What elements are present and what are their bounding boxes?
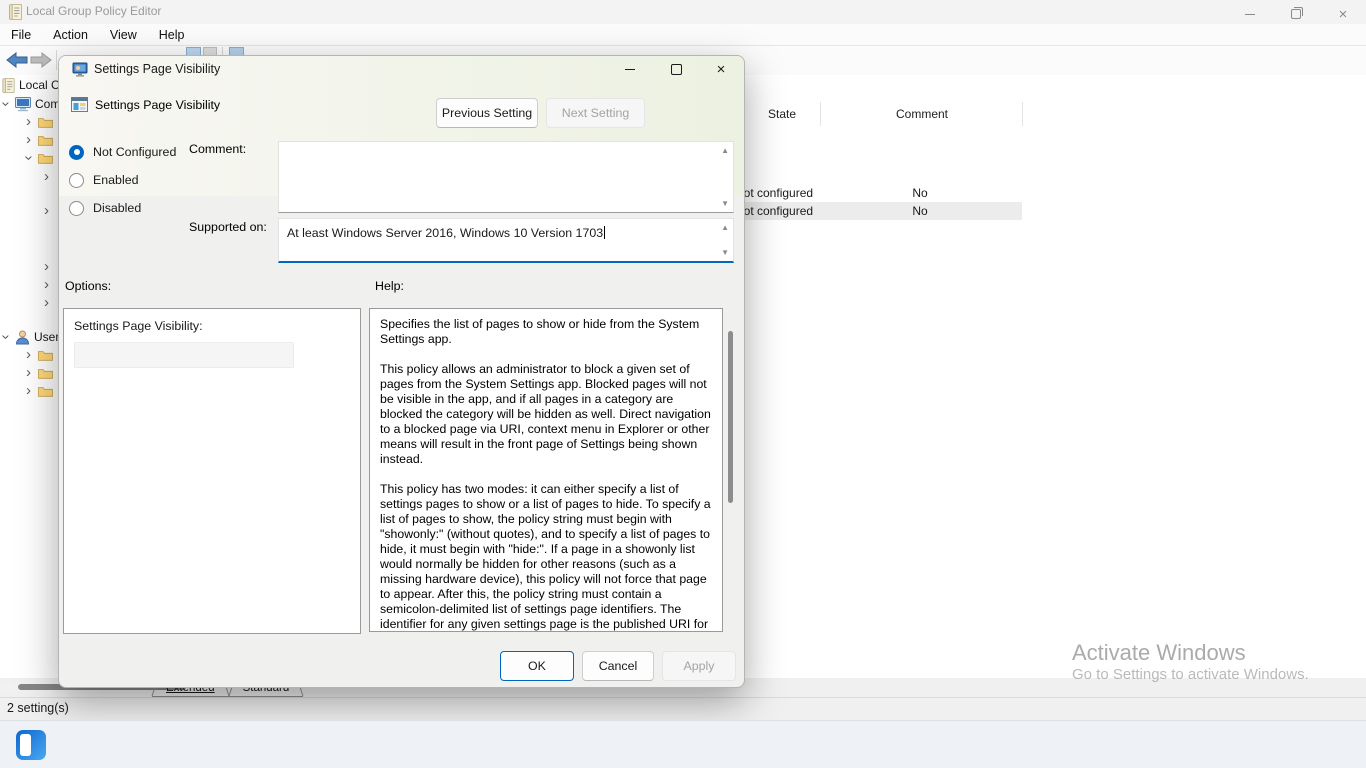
help-paragraph: This policy allows an administrator to b…	[380, 362, 712, 467]
chevron-right-icon[interactable]	[44, 171, 56, 183]
group-policy-dialog-icon	[72, 61, 89, 83]
column-separator[interactable]	[820, 102, 821, 126]
tree-item[interactable]	[44, 202, 56, 220]
user-icon	[15, 330, 30, 345]
radio-not-configured[interactable]: Not Configured	[69, 142, 176, 162]
scroll-down-icon[interactable]: ▼	[721, 248, 729, 257]
widgets-button[interactable]	[16, 730, 46, 760]
chevron-right-icon[interactable]	[26, 116, 38, 128]
folder-icon	[38, 152, 53, 164]
supported-on-label: Supported on:	[189, 220, 267, 234]
help-paragraph: Specifies the list of pages to show or h…	[380, 317, 712, 347]
next-setting-button[interactable]: Next Setting	[546, 98, 645, 128]
dialog-minimize-button[interactable]	[609, 56, 651, 83]
help-paragraph: This policy has two modes: it can either…	[380, 482, 712, 632]
scroll-down-icon[interactable]: ▼	[721, 199, 729, 208]
tree-item-folder[interactable]	[26, 382, 57, 400]
menu-bar: File Action View Help	[0, 24, 1366, 46]
chevron-right-icon[interactable]	[44, 205, 56, 217]
options-field-label: Settings Page Visibility:	[74, 319, 203, 333]
dialog-titlebar[interactable]: Settings Page Visibility ×	[59, 56, 744, 83]
chevron-right-icon[interactable]	[26, 367, 38, 379]
settings-page-visibility-input[interactable]	[74, 342, 294, 368]
dialog-title: Settings Page Visibility	[94, 62, 220, 76]
menu-view[interactable]: View	[99, 28, 148, 42]
taskbar: Search	[0, 720, 1366, 768]
radio-icon[interactable]	[69, 201, 84, 216]
radio-icon[interactable]	[69, 173, 84, 188]
statusbar-divider	[0, 697, 1366, 698]
row-state: Not configured	[735, 186, 813, 200]
radio-enabled[interactable]: Enabled	[69, 170, 138, 190]
toolbar-separator	[56, 50, 57, 70]
gpedit-scroll-icon	[2, 78, 15, 93]
text-cursor	[604, 226, 605, 239]
forward-arrow-icon[interactable]	[30, 52, 52, 73]
dialog-maximize-button[interactable]	[655, 56, 697, 83]
tree-item-folder[interactable]	[26, 131, 57, 149]
tree-item[interactable]	[44, 258, 56, 276]
row-comment: No	[880, 186, 960, 200]
chevron-right-icon[interactable]	[26, 385, 38, 397]
folder-icon	[38, 116, 53, 128]
options-label: Options:	[65, 279, 111, 293]
options-panel: Settings Page Visibility:	[63, 308, 361, 634]
chevron-down-icon[interactable]	[3, 98, 15, 110]
help-label: Help:	[375, 279, 404, 293]
row-comment: No	[880, 204, 960, 218]
radio-disabled[interactable]: Disabled	[69, 198, 141, 218]
folder-icon	[38, 134, 53, 146]
chevron-down-icon[interactable]	[26, 152, 38, 164]
policy-name: Settings Page Visibility	[95, 98, 220, 112]
menu-file[interactable]: File	[0, 28, 42, 42]
tree-item[interactable]	[44, 276, 56, 294]
activate-windows-subtext: Go to Settings to activate Windows.	[1072, 666, 1309, 683]
tree-item[interactable]	[44, 168, 56, 186]
scroll-up-icon[interactable]: ▲	[721, 223, 729, 232]
dialog-close-button[interactable]: ×	[700, 56, 742, 83]
tree-item-folder[interactable]	[26, 346, 57, 364]
window-titlebar[interactable]: Local Group Policy Editor ×	[0, 0, 1366, 24]
comment-label: Comment:	[189, 142, 246, 156]
column-header-comment[interactable]: Comment	[844, 101, 1000, 127]
menu-action[interactable]: Action	[42, 28, 99, 42]
help-scrollbar-thumb[interactable]	[728, 331, 733, 503]
previous-setting-button[interactable]: Previous Setting	[436, 98, 538, 128]
ok-button[interactable]: OK	[500, 651, 574, 681]
row-state: Not configured	[735, 204, 813, 218]
policy-setting-icon	[71, 96, 88, 118]
chevron-right-icon[interactable]	[26, 134, 38, 146]
tree-item-folder-expanded[interactable]	[26, 149, 57, 167]
help-text-area[interactable]: Specifies the list of pages to show or h…	[369, 308, 723, 632]
cancel-button[interactable]: Cancel	[582, 651, 654, 681]
radio-selected-icon[interactable]	[69, 145, 84, 160]
supported-on-textarea[interactable]: At least Windows Server 2016, Windows 10…	[278, 218, 734, 263]
menu-help[interactable]: Help	[148, 28, 196, 42]
chevron-right-icon[interactable]	[44, 297, 56, 309]
folder-icon	[38, 349, 53, 361]
chevron-right-icon[interactable]	[44, 261, 56, 273]
column-separator[interactable]	[1022, 102, 1023, 126]
chevron-right-icon[interactable]	[26, 349, 38, 361]
scroll-up-icon[interactable]: ▲	[721, 146, 729, 155]
folder-icon	[38, 385, 53, 397]
tree-item-folder[interactable]	[26, 113, 57, 131]
status-bar-text: 2 setting(s)	[7, 701, 69, 715]
settings-page-visibility-dialog: Settings Page Visibility × Settings Page…	[58, 55, 745, 688]
activate-windows-watermark: Activate Windows	[1072, 640, 1246, 666]
tree-item[interactable]	[44, 294, 56, 312]
column-header-state[interactable]: State	[744, 101, 820, 127]
chevron-right-icon[interactable]	[44, 279, 56, 291]
comment-textarea[interactable]: ▲ ▼	[278, 141, 734, 213]
gpedit-app-icon	[8, 4, 23, 25]
folder-icon	[38, 367, 53, 379]
desktop: Local Group Policy Editor × File Action …	[0, 0, 1366, 768]
window-title: Local Group Policy Editor	[26, 4, 161, 18]
tree-item-folder[interactable]	[26, 364, 57, 382]
chevron-down-icon[interactable]	[3, 331, 15, 343]
apply-button[interactable]: Apply	[662, 651, 736, 681]
computer-icon	[15, 97, 31, 112]
back-arrow-icon[interactable]	[6, 52, 28, 73]
